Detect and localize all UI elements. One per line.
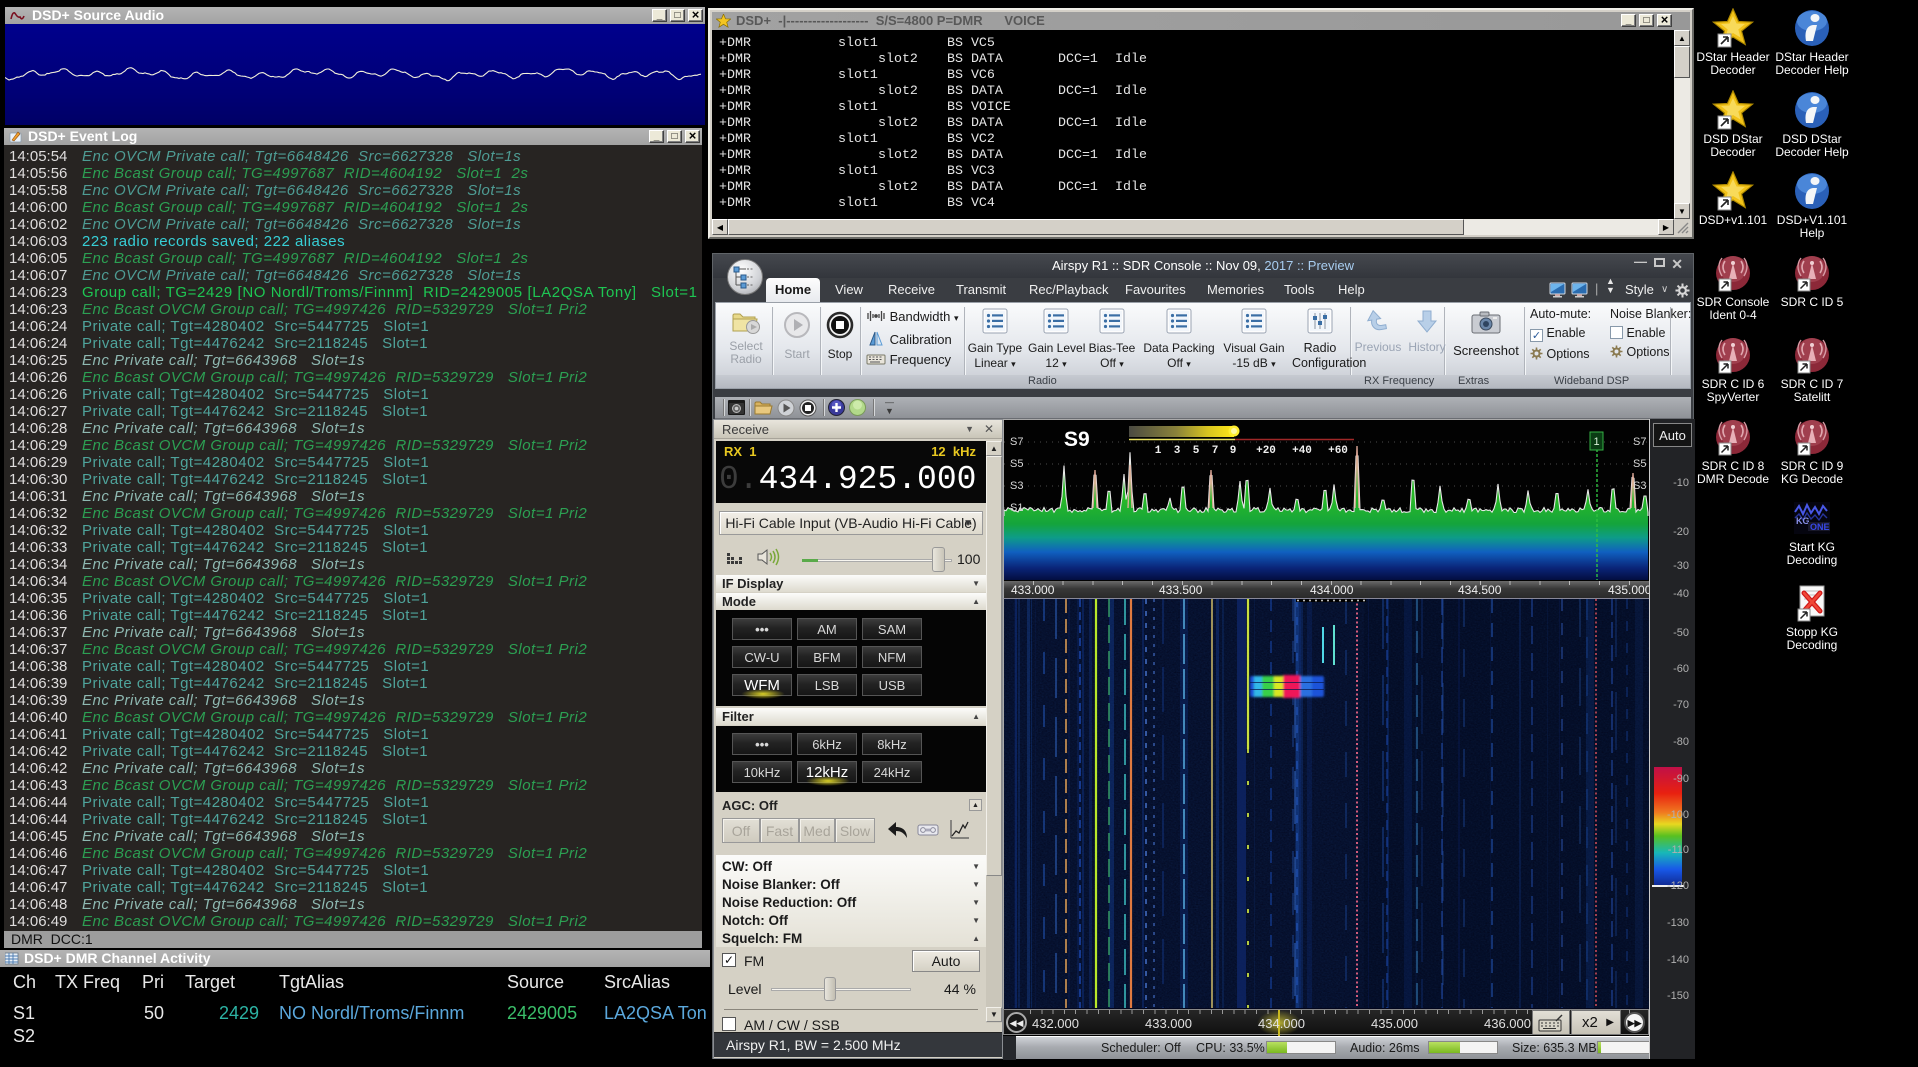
svg-text:1: 1 — [1155, 445, 1162, 457]
svg-text:ONE: ONE — [1810, 522, 1830, 532]
svg-text:3: 3 — [1174, 445, 1181, 457]
svg-text:5: 5 — [1193, 445, 1200, 457]
svg-text:S1: S1 — [1010, 502, 1023, 514]
svg-text:7: 7 — [1212, 445, 1219, 457]
svg-text:KG: KG — [1796, 516, 1810, 526]
svg-text:+60: +60 — [1328, 445, 1348, 457]
svg-text:S5: S5 — [1633, 458, 1646, 470]
svg-text:S3: S3 — [1633, 480, 1646, 492]
svg-text:S9: S9 — [1064, 428, 1090, 451]
svg-text:9: 9 — [1230, 445, 1237, 457]
svg-text:S3: S3 — [1010, 480, 1023, 492]
svg-text:1: 1 — [1593, 436, 1599, 448]
svg-text:+20: +20 — [1256, 445, 1276, 457]
svg-text:S5: S5 — [1010, 458, 1023, 470]
svg-text:+40: +40 — [1292, 445, 1312, 457]
svg-text:S7: S7 — [1010, 436, 1023, 448]
svg-text:S7: S7 — [1633, 436, 1646, 448]
